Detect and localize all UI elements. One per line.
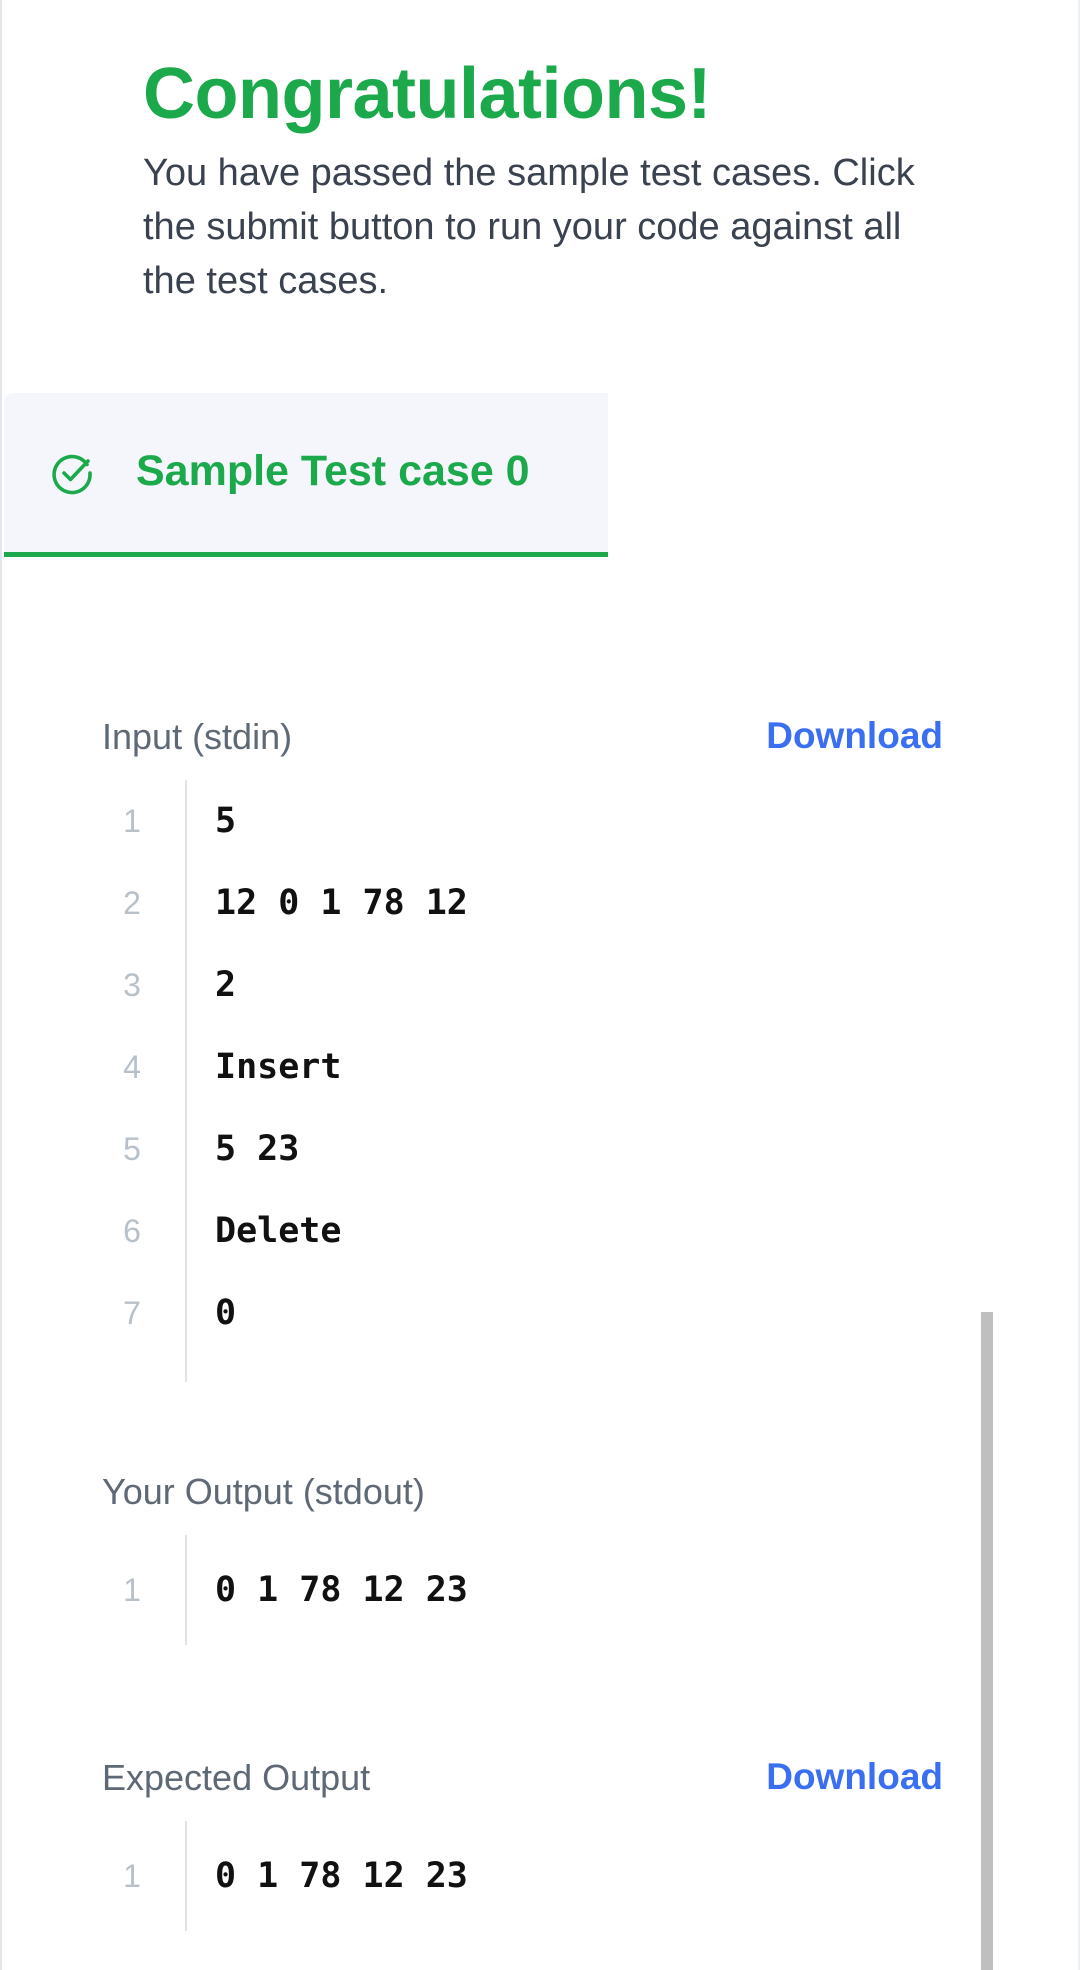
code-line: 1 0 1 78 12 23: [102, 1549, 952, 1631]
line-text: Insert: [215, 1047, 342, 1087]
line-number: 1: [123, 803, 141, 839]
line-text: 0: [215, 1293, 237, 1333]
line-text: 0 1 78 12 23: [215, 1570, 468, 1610]
output-code-block: 1 0 1 78 12 23: [102, 1535, 952, 1645]
result-banner: Congratulations! You have passed the sam…: [143, 52, 963, 308]
line-text: 5: [215, 801, 237, 841]
line-number: 6: [123, 1213, 141, 1249]
congrats-message: You have passed the sample test cases. C…: [143, 152, 915, 302]
code-line: 32: [102, 944, 952, 1026]
input-title: Input (stdin): [102, 716, 293, 757]
line-number: 4: [123, 1049, 141, 1085]
code-line: 70: [102, 1272, 952, 1354]
line-text: Delete: [215, 1211, 342, 1251]
tab-sample-test-case-0[interactable]: Sample Test case 0: [4, 393, 608, 557]
scrollbar-thumb[interactable]: [981, 1312, 993, 1970]
line-number: 2: [123, 885, 141, 921]
output-title: Your Output (stdout): [102, 1471, 425, 1512]
code-line: 6 Delete: [102, 1190, 952, 1272]
code-line: 4 Insert: [102, 1026, 952, 1108]
line-text: 5 23: [215, 1129, 300, 1169]
expected-title: Expected Output: [102, 1757, 371, 1798]
active-tab-indicator: [4, 552, 608, 557]
left-border: [0, 0, 2, 1970]
expected-download-link[interactable]: Download: [766, 1756, 943, 1798]
code-line: 5 5 23: [102, 1108, 952, 1190]
input-download-link[interactable]: Download: [766, 715, 943, 757]
congrats-title: Congratulations!: [143, 54, 711, 134]
line-number: 3: [123, 967, 141, 1003]
line-text: 0 1 78 12 23: [215, 1856, 468, 1896]
code-line: 1 0 1 78 12 23: [102, 1835, 952, 1917]
code-line: 15: [102, 780, 952, 862]
line-number: 1: [123, 1858, 141, 1894]
code-line: 2 12 0 1 78 12: [102, 862, 952, 944]
check-circle-icon: [52, 454, 92, 495]
line-number: 1: [123, 1572, 141, 1608]
line-text: 12 0 1 78 12: [215, 883, 468, 923]
line-number: 7: [123, 1295, 141, 1331]
line-number: 5: [123, 1131, 141, 1167]
line-text: 2: [215, 965, 237, 1005]
tab-label: Sample Test case 0: [136, 447, 530, 495]
input-code-block: 15 2 12 0 1 78 12 32 4 Insert 55 23 6 Delet…: [102, 780, 952, 1382]
expected-code-block: 1 0 1 78 12 23: [102, 1821, 952, 1931]
